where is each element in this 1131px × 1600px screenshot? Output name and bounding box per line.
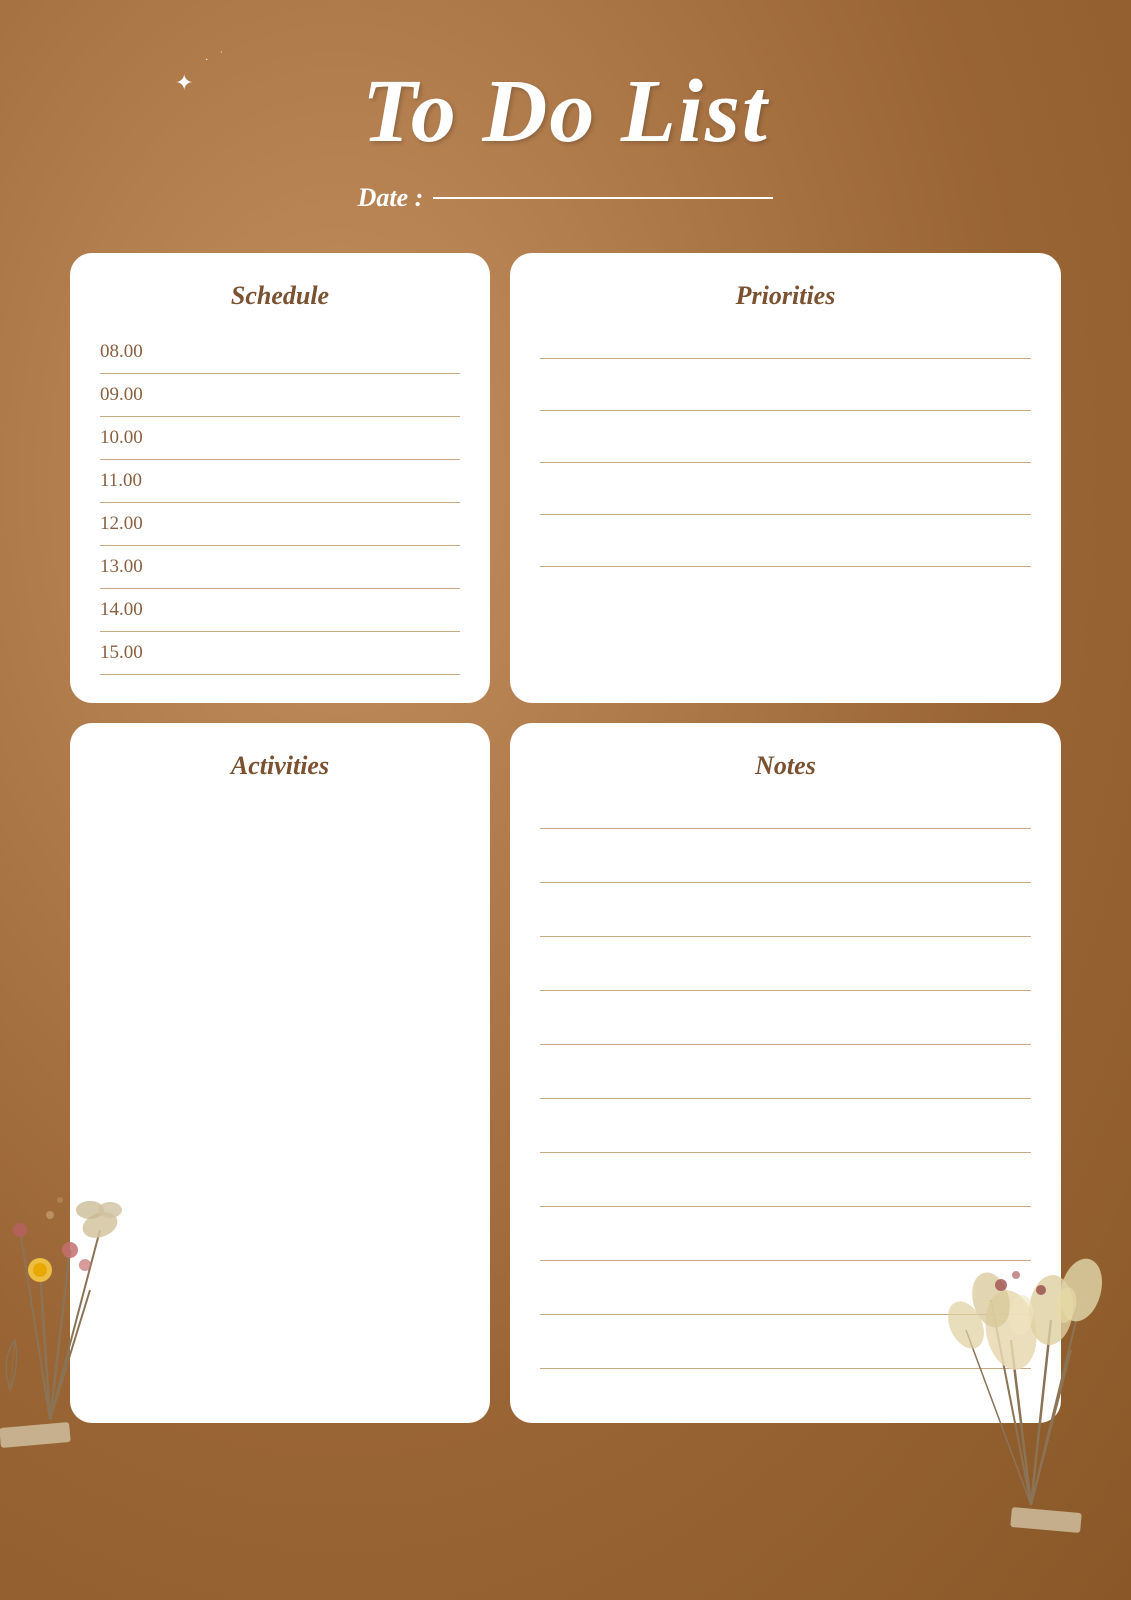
priority-line-4[interactable]: [540, 487, 1031, 515]
note-line-6[interactable]: [540, 1071, 1031, 1099]
date-area: Date :: [0, 183, 1131, 213]
time-row: 12.00: [100, 503, 460, 546]
date-input-line[interactable]: [433, 197, 773, 199]
note-line-1[interactable]: [540, 801, 1031, 829]
time-1100: 11.00: [100, 470, 170, 492]
time-row: 10.00: [100, 417, 460, 460]
time-0900: 09.00: [100, 384, 170, 406]
time-1500: 15.00: [100, 642, 170, 664]
time-row: 15.00: [100, 632, 460, 675]
notes-heading: Notes: [540, 751, 1031, 781]
priorities-card: Priorities: [510, 253, 1061, 703]
flower-decoration-left: [0, 1070, 150, 1470]
schedule-card: Schedule 08.00 09.00 10.00 11.00 12.00 1…: [70, 253, 490, 703]
note-line-3[interactable]: [540, 909, 1031, 937]
time-row: 14.00: [100, 589, 460, 632]
page: ✦ · · To Do List Date : Schedule 08.00 0…: [0, 0, 1131, 1600]
note-line-2[interactable]: [540, 855, 1031, 883]
time-row: 09.00: [100, 374, 460, 417]
time-row: 13.00: [100, 546, 460, 589]
time-0800: 08.00: [100, 341, 170, 363]
page-title: To Do List: [0, 60, 1131, 163]
flower-decoration-right: [911, 1120, 1111, 1540]
schedule-heading: Schedule: [100, 281, 460, 311]
note-line-4[interactable]: [540, 963, 1031, 991]
priorities-heading: Priorities: [540, 281, 1031, 311]
priority-line-1[interactable]: [540, 331, 1031, 359]
title-area: To Do List: [0, 0, 1131, 183]
time-1000: 10.00: [100, 427, 170, 449]
priority-line-3[interactable]: [540, 435, 1031, 463]
date-label: Date :: [358, 183, 424, 213]
note-line-5[interactable]: [540, 1017, 1031, 1045]
priority-line-5[interactable]: [540, 539, 1031, 567]
activities-heading: Activities: [100, 751, 460, 781]
time-row: 08.00: [100, 331, 460, 374]
time-row: 11.00: [100, 460, 460, 503]
time-1200: 12.00: [100, 513, 170, 535]
time-1300: 13.00: [100, 556, 170, 578]
priority-line-2[interactable]: [540, 383, 1031, 411]
time-1400: 14.00: [100, 599, 170, 621]
